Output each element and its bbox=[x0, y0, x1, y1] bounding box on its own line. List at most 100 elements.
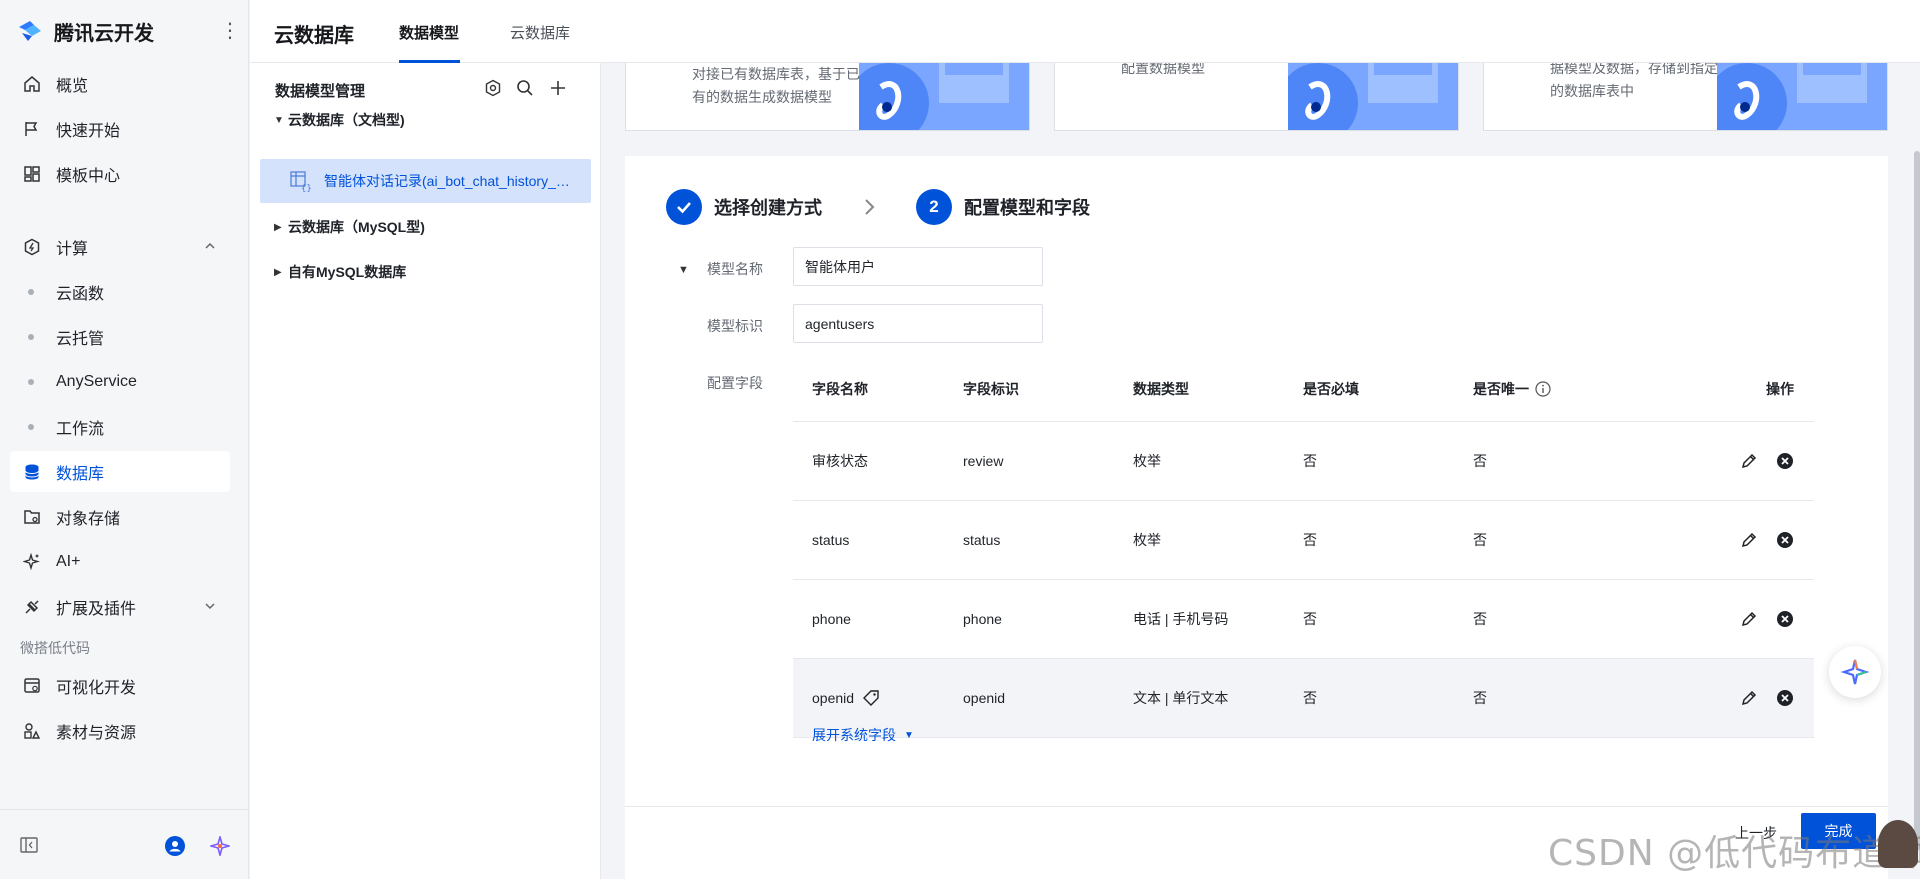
sidebar-item-assets[interactable]: 素材与资源 bbox=[10, 710, 230, 751]
cell-type: 电话 | 手机号码 bbox=[1133, 611, 1229, 627]
add-icon[interactable] bbox=[549, 79, 567, 97]
sidebar-item-label: 云函数 bbox=[56, 285, 105, 303]
sidebar-item-database[interactable]: 数据库 bbox=[10, 451, 230, 492]
expand-system-fields[interactable]: 展开系统字段 ▼ bbox=[812, 725, 914, 745]
tag-icon bbox=[863, 690, 879, 706]
card-text: 配置数据模型 bbox=[1121, 63, 1205, 80]
plugin-icon bbox=[22, 597, 42, 617]
cell-actions bbox=[1643, 452, 1814, 470]
sidebar-item-storage[interactable]: 对象存储 bbox=[10, 496, 230, 537]
sidebar-item-compute[interactable]: 计算 bbox=[10, 226, 230, 267]
card-text: 据模型及数据，存储到指定 的数据库表中 bbox=[1550, 63, 1718, 103]
sparkle-icon bbox=[22, 552, 42, 572]
col-header-id: 字段标识 bbox=[963, 380, 1019, 397]
sidebar-item-cloudrun[interactable]: 云托管 bbox=[10, 316, 230, 357]
tree-node-label: 云数据库（文档型) bbox=[288, 112, 405, 128]
flag-icon bbox=[22, 119, 42, 139]
tree-node-own-mysql[interactable]: ▶ 自有MySQL数据库 bbox=[274, 262, 406, 282]
sidebar-item-templates[interactable]: 模板中心 bbox=[10, 153, 230, 194]
cell-id: review bbox=[963, 453, 1004, 469]
tree-item-selected[interactable]: {} 智能体对话记录(ai_bot_chat_history_5hobd2b) bbox=[260, 159, 591, 203]
sidebar-item-functions[interactable]: 云函数 bbox=[10, 271, 230, 312]
cell-name: 审核状态 bbox=[812, 453, 868, 469]
table-row: status status 枚举 否 否 bbox=[793, 501, 1814, 580]
grid-icon bbox=[22, 164, 42, 184]
sidebar-item-workflow[interactable]: 工作流 bbox=[10, 406, 230, 447]
table-row: openid openid 文本 | 单行文本 否 否 bbox=[793, 659, 1814, 738]
sidebar-item-label: 数据库 bbox=[56, 465, 105, 483]
edit-icon[interactable] bbox=[1740, 531, 1758, 549]
database-icon bbox=[22, 462, 42, 482]
sidebar-item-quickstart[interactable]: 快速开始 bbox=[10, 108, 230, 149]
card-new-model[interactable]: 配置数据模型 bbox=[1054, 63, 1459, 131]
create-method-cards: 对接已有数据库表，基于已 有的数据生成数据模型 配置数据模型 据模型及数据，存储… bbox=[625, 63, 1888, 131]
col-header-name: 字段名称 bbox=[812, 380, 868, 397]
card-illustration-icon bbox=[1288, 63, 1458, 130]
card-existing-table[interactable]: 对接已有数据库表，基于已 有的数据生成数据模型 bbox=[625, 63, 1030, 131]
home-icon bbox=[22, 74, 42, 94]
cell-unique: 否 bbox=[1473, 611, 1487, 627]
bullet bbox=[28, 423, 34, 430]
table-json-icon: {} bbox=[290, 171, 312, 192]
card-line: 据模型及数据，存储到指定 bbox=[1550, 63, 1718, 76]
table-header: 字段名称 字段标识 数据类型 是否必填 是否唯一 操作 bbox=[793, 356, 1814, 422]
sidebar-item-label: AI+ bbox=[56, 552, 81, 570]
sidebar-item-visual-dev[interactable]: 可视化开发 bbox=[10, 665, 230, 706]
edit-icon[interactable] bbox=[1740, 689, 1758, 707]
assets-icon bbox=[22, 721, 42, 741]
floating-ai-assistant[interactable] bbox=[1829, 646, 1881, 698]
sidebar-item-ai[interactable]: AI+ bbox=[10, 541, 230, 582]
card-import-data[interactable]: 据模型及数据，存储到指定 的数据库表中 bbox=[1483, 63, 1888, 131]
cell-required: 否 bbox=[1303, 690, 1317, 706]
collapse-caret-icon[interactable]: ▼ bbox=[678, 264, 689, 276]
ai-assistant-icon[interactable] bbox=[210, 836, 230, 856]
tab-cloud-database[interactable]: 云数据库 bbox=[510, 22, 570, 43]
cell-name: openid bbox=[793, 689, 963, 707]
sidebar-nav: 概览 快速开始 模板中心 计算 云函数 云托管 AnyService 工作流 数… bbox=[10, 63, 230, 755]
delete-icon[interactable] bbox=[1776, 610, 1794, 628]
col-header-unique: 是否唯一 bbox=[1473, 379, 1643, 399]
tree-node-doc-db[interactable]: ▼ 云数据库（文档型) bbox=[274, 110, 405, 130]
scrollbar[interactable] bbox=[1914, 151, 1920, 851]
settings-icon[interactable] bbox=[484, 79, 502, 97]
sidebar-item-anyservice[interactable]: AnyService bbox=[10, 361, 230, 402]
stepper: 选择创建方式 2 配置模型和字段 bbox=[666, 189, 1090, 225]
cell-type: 枚举 bbox=[1133, 532, 1161, 548]
edit-icon[interactable] bbox=[1740, 452, 1758, 470]
step-2-number: 2 bbox=[916, 189, 952, 225]
more-icon[interactable]: ⋮ bbox=[220, 18, 240, 43]
card-line: 对接已有数据库表，基于已 bbox=[692, 66, 860, 82]
card-line: 的数据库表中 bbox=[1550, 83, 1634, 99]
delete-icon[interactable] bbox=[1776, 689, 1794, 707]
model-id-input[interactable]: agentusers bbox=[793, 304, 1043, 343]
model-panel-title: 数据模型管理 bbox=[275, 83, 366, 100]
tab-data-model[interactable]: 数据模型 bbox=[399, 22, 459, 43]
model-name-input[interactable]: 智能体用户 bbox=[793, 247, 1043, 286]
tree-item-label: 智能体对话记录(ai_bot_chat_history_5hobd2b) bbox=[324, 173, 574, 189]
fields-label: 配置字段 bbox=[707, 375, 763, 391]
col-header-type: 数据类型 bbox=[1133, 380, 1189, 397]
caret-right-icon: ▶ bbox=[274, 266, 282, 278]
col-header-unique-label: 是否唯一 bbox=[1473, 380, 1529, 397]
search-icon[interactable] bbox=[516, 79, 534, 97]
table-row: 审核状态 review 枚举 否 否 bbox=[793, 422, 1814, 501]
sidebar-item-extensions[interactable]: 扩展及插件 bbox=[10, 586, 230, 627]
brand: 腾讯云开发 ⋮ bbox=[16, 16, 240, 46]
delete-icon[interactable] bbox=[1776, 531, 1794, 549]
collapse-sidebar-icon[interactable] bbox=[20, 837, 38, 853]
cell-actions bbox=[1643, 610, 1814, 628]
cell-id: phone bbox=[963, 611, 1002, 627]
delete-icon[interactable] bbox=[1776, 452, 1794, 470]
sidebar-item-label: 快速开始 bbox=[56, 122, 121, 140]
card-text: 对接已有数据库表，基于已 有的数据生成数据模型 bbox=[692, 63, 860, 109]
fields-table: 字段名称 字段标识 数据类型 是否必填 是否唯一 操作 审核状态 review … bbox=[793, 356, 1814, 738]
edit-icon[interactable] bbox=[1740, 610, 1758, 628]
brand-name: 腾讯云开发 bbox=[54, 22, 154, 45]
sidebar-item-overview[interactable]: 概览 bbox=[10, 63, 230, 104]
tree-node-mysql-db[interactable]: ▶ 云数据库（MySQL型) bbox=[274, 217, 425, 237]
compute-icon bbox=[22, 237, 42, 257]
user-avatar-icon[interactable] bbox=[165, 836, 185, 856]
cell-name-text: openid bbox=[812, 690, 855, 706]
cell-required: 否 bbox=[1303, 532, 1317, 548]
info-icon[interactable] bbox=[1535, 380, 1551, 397]
